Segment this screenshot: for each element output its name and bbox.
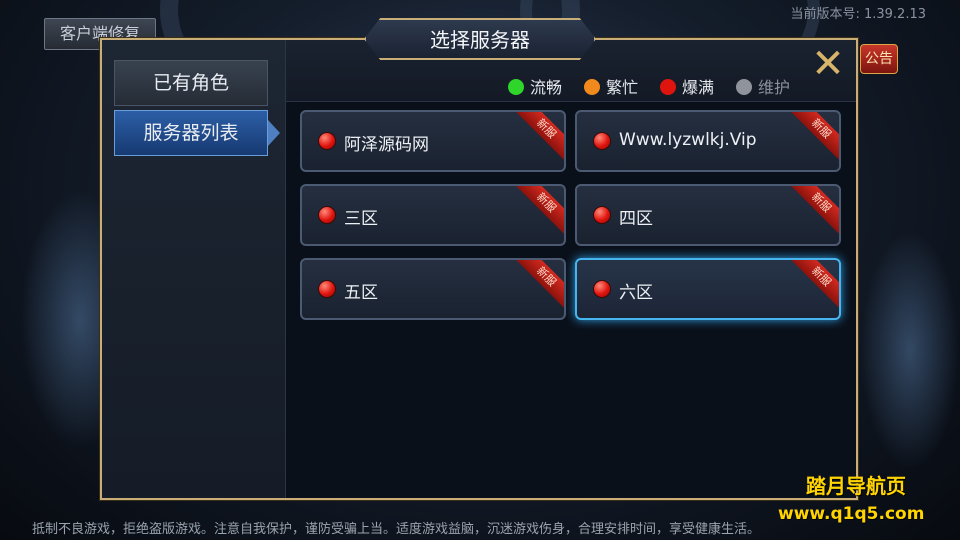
new-server-ribbon: 新服 <box>786 260 839 312</box>
server-card[interactable]: Www.lyzwlkj.Vip 新服 <box>575 110 841 172</box>
status-full-dot-icon <box>593 206 611 224</box>
server-card-selected[interactable]: 六区 新服 <box>575 258 841 320</box>
server-name: 四区 <box>619 209 653 229</box>
server-list-panel: 流畅 繁忙 爆满 维护 阿泽源码网 新服 Www.lyzwlkj.Vip 新服 … <box>286 40 856 498</box>
legend-maintenance: 维护 <box>736 74 790 98</box>
new-server-ribbon: 新服 <box>786 186 839 238</box>
status-full-dot-icon <box>318 132 336 150</box>
server-name: Www.lyzwlkj.Vip <box>619 130 757 150</box>
health-notice: 抵制不良游戏，拒绝盗版游戏。注意自我保护，谨防受骗上当。适度游戏益脑，沉迷游戏伤… <box>32 522 761 537</box>
close-x-icon[interactable]: ✕ <box>808 44 848 84</box>
server-card[interactable]: 阿泽源码网 新服 <box>300 110 566 172</box>
background-glow <box>860 230 960 470</box>
new-server-ribbon: 新服 <box>511 112 564 164</box>
tab-server-list[interactable]: 服务器列表 <box>114 110 268 156</box>
server-card[interactable]: 三区 新服 <box>300 184 566 246</box>
status-full-dot-icon <box>593 132 611 150</box>
status-dot-icon <box>660 79 676 95</box>
dialog-title: 选择服务器 <box>364 18 596 60</box>
version-label: 当前版本号: 1.39.2.13 <box>790 7 926 22</box>
new-server-ribbon: 新服 <box>511 260 564 312</box>
status-dot-icon <box>508 79 524 95</box>
server-name: 阿泽源码网 <box>344 135 429 155</box>
server-name: 五区 <box>344 283 378 303</box>
watermark-title: 踏月导航页 <box>806 474 906 498</box>
legend-busy: 繁忙 <box>584 74 638 98</box>
legend-full: 爆满 <box>660 74 714 98</box>
status-dot-icon <box>584 79 600 95</box>
status-full-dot-icon <box>593 280 611 298</box>
status-full-dot-icon <box>318 206 336 224</box>
announcement-button[interactable]: 公告 <box>860 44 898 74</box>
server-name: 六区 <box>619 283 653 303</box>
new-server-ribbon: 新服 <box>511 186 564 238</box>
tab-existing-roles[interactable]: 已有角色 <box>114 60 268 106</box>
legend-smooth: 流畅 <box>508 74 562 98</box>
new-server-ribbon: 新服 <box>786 112 839 164</box>
server-card[interactable]: 五区 新服 <box>300 258 566 320</box>
active-tab-arrow-icon <box>268 120 280 146</box>
server-name: 三区 <box>344 209 378 229</box>
status-dot-icon <box>736 79 752 95</box>
server-select-dialog: 已有角色 服务器列表 流畅 繁忙 爆满 维护 阿泽源码网 新服 Www.lyzw… <box>100 38 858 500</box>
watermark-url: www.q1q5.com <box>778 504 925 524</box>
status-full-dot-icon <box>318 280 336 298</box>
server-card[interactable]: 四区 新服 <box>575 184 841 246</box>
dialog-sidebar: 已有角色 服务器列表 <box>102 40 286 498</box>
